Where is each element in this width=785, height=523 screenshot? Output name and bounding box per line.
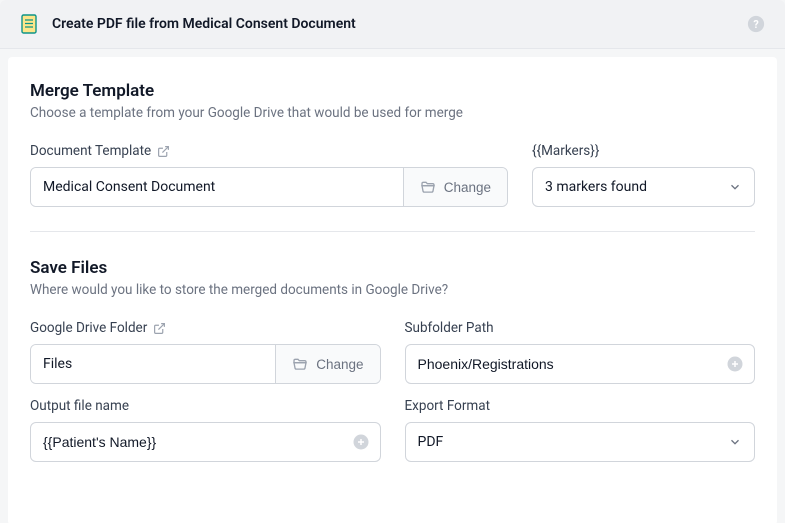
drive-folder-label-text: Google Drive Folder xyxy=(30,320,147,336)
merge-section: Merge Template Choose a template from yo… xyxy=(30,81,755,207)
drive-folder-field: Google Drive Folder Files xyxy=(30,320,381,384)
plus-circle-icon[interactable] xyxy=(352,433,370,451)
subfolder-input[interactable] xyxy=(418,356,743,372)
output-name-input-wrap xyxy=(30,422,381,462)
save-section-desc: Where would you like to store the merged… xyxy=(30,282,755,298)
document-template-label-text: Document Template xyxy=(30,143,151,159)
subfolder-input-wrap xyxy=(405,344,756,384)
markers-dropdown[interactable]: 3 markers found xyxy=(532,167,755,207)
output-name-label: Output file name xyxy=(30,398,381,414)
merge-section-desc: Choose a template from your Google Drive… xyxy=(30,105,755,121)
document-template-field: Document Template Medical Consent Docume… xyxy=(30,143,508,207)
export-format-dropdown[interactable]: PDF xyxy=(405,422,756,462)
export-format-field: Export Format PDF xyxy=(405,398,756,462)
change-template-button[interactable]: Change xyxy=(403,168,507,206)
export-format-value: PDF xyxy=(418,434,444,450)
markers-field: {{Markers}} 3 markers found xyxy=(532,143,755,207)
save-section-title: Save Files xyxy=(30,258,755,278)
external-link-icon[interactable] xyxy=(157,145,170,158)
document-icon xyxy=(20,14,40,34)
change-folder-label: Change xyxy=(316,357,363,372)
plus-circle-icon[interactable] xyxy=(726,355,744,373)
output-name-field: Output file name xyxy=(30,398,381,462)
markers-label: {{Markers}} xyxy=(532,143,755,159)
change-template-label: Change xyxy=(444,180,491,195)
output-name-input[interactable] xyxy=(43,434,368,450)
drive-folder-input-group: Files Change xyxy=(30,344,381,384)
merge-section-title: Merge Template xyxy=(30,81,755,101)
export-format-label: Export Format xyxy=(405,398,756,414)
external-link-icon[interactable] xyxy=(153,322,166,335)
chevron-down-icon xyxy=(728,435,742,449)
panel-header: Create PDF file from Medical Consent Doc… xyxy=(0,0,785,49)
panel-body: Merge Template Choose a template from yo… xyxy=(8,57,777,523)
section-divider xyxy=(30,231,755,232)
chevron-down-icon xyxy=(728,180,742,194)
document-template-input-group: Medical Consent Document Change xyxy=(30,167,508,207)
document-template-label: Document Template xyxy=(30,143,508,159)
help-icon[interactable]: ? xyxy=(747,15,765,33)
change-folder-button[interactable]: Change xyxy=(275,345,379,383)
subfolder-label: Subfolder Path xyxy=(405,320,756,336)
svg-text:?: ? xyxy=(753,18,758,31)
config-panel: Create PDF file from Medical Consent Doc… xyxy=(0,0,785,523)
subfolder-field: Subfolder Path xyxy=(405,320,756,384)
drive-folder-value: Files xyxy=(31,345,275,383)
folder-open-icon xyxy=(292,356,308,372)
document-template-value: Medical Consent Document xyxy=(31,168,403,206)
folder-open-icon xyxy=(420,179,436,195)
save-section: Save Files Where would you like to store… xyxy=(30,258,755,462)
drive-folder-label: Google Drive Folder xyxy=(30,320,381,336)
markers-value: 3 markers found xyxy=(545,179,647,195)
panel-title: Create PDF file from Medical Consent Doc… xyxy=(52,16,747,32)
